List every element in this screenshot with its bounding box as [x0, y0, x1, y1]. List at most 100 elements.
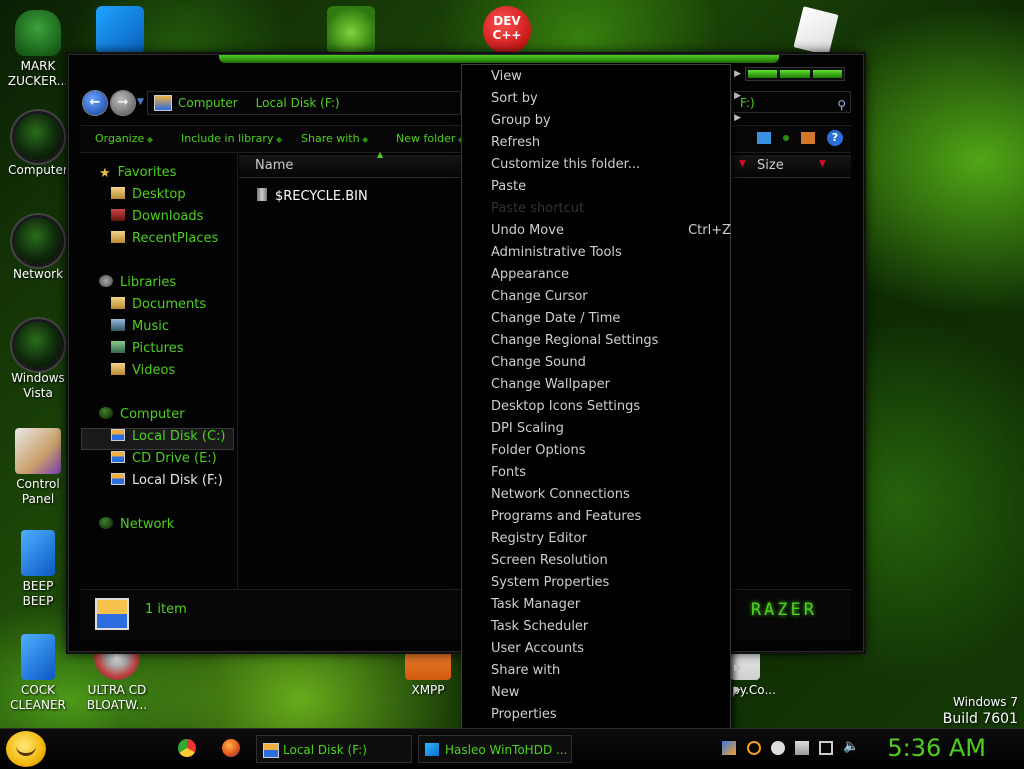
- menu-item-label: Share with: [491, 663, 561, 678]
- column-dropdown-icon[interactable]: ▼: [819, 159, 826, 169]
- nav-downloads[interactable]: Downloads: [111, 209, 203, 224]
- desktop-icon-mark-zucker[interactable]: MARK ZUCKER...: [2, 10, 74, 89]
- context-menu-item[interactable]: Customize this folder...: [491, 157, 721, 172]
- back-button[interactable]: ←: [83, 91, 107, 115]
- nav-documents[interactable]: Documents: [111, 297, 206, 312]
- nav-music[interactable]: Music: [111, 319, 169, 334]
- desktop-icon-network[interactable]: Network: [2, 218, 74, 282]
- desktop-icon-label: Control Panel: [16, 477, 60, 506]
- context-menu-item[interactable]: Task Scheduler: [491, 619, 721, 634]
- cd-drive-icon: [111, 451, 125, 463]
- desktop-icon-label: ULTRA CD BLOATW...: [86, 683, 148, 712]
- help-icon[interactable]: ?: [827, 130, 843, 146]
- dev-cpp-icon[interactable]: DEV C++: [483, 6, 531, 54]
- close-button[interactable]: [812, 70, 842, 78]
- nav-cd-drive-e[interactable]: CD Drive (E:): [111, 451, 217, 466]
- desktop-icon-windows-vista[interactable]: Windows Vista: [2, 322, 74, 401]
- taskbar: Local Disk (F:) Hasleo WinToHDD ... 🔈 5:…: [0, 728, 1024, 769]
- nav-desktop[interactable]: Desktop: [111, 187, 186, 202]
- status-tray-icon[interactable]: [771, 741, 785, 755]
- maximize-button[interactable]: [780, 70, 810, 78]
- firefox-icon[interactable]: [222, 739, 240, 757]
- organize-button[interactable]: Organize: [95, 132, 153, 145]
- context-menu-item[interactable]: Group by ▶: [491, 113, 741, 128]
- context-menu-item[interactable]: Change Cursor: [491, 289, 721, 304]
- menu-item-label: Desktop Icons Settings: [491, 399, 641, 414]
- chrome-icon[interactable]: [178, 739, 196, 757]
- windows-logo-icon[interactable]: [96, 6, 144, 54]
- window-controls[interactable]: [745, 67, 845, 81]
- context-menu-item[interactable]: Undo Move Ctrl+Z: [491, 223, 731, 238]
- nav-recent-places[interactable]: RecentPlaces: [111, 231, 218, 246]
- game-pig-icon[interactable]: [327, 6, 375, 54]
- breadcrumb-computer[interactable]: Computer: [178, 96, 238, 110]
- context-menu-item[interactable]: Task Manager: [491, 597, 721, 612]
- context-menu-item[interactable]: View ▶: [491, 69, 741, 84]
- column-name[interactable]: Name: [255, 158, 293, 173]
- column-dropdown-icon[interactable]: ▼: [739, 159, 746, 169]
- new-folder-button[interactable]: New folder: [396, 132, 464, 145]
- context-menu-item[interactable]: User Accounts: [491, 641, 721, 656]
- context-menu-item[interactable]: Refresh: [491, 135, 721, 150]
- context-menu-item[interactable]: Administrative Tools: [491, 245, 721, 260]
- nav-videos[interactable]: Videos: [111, 363, 175, 378]
- file-list-item[interactable]: $RECYCLE.BIN: [257, 188, 368, 204]
- downloads-folder-icon: [111, 209, 125, 221]
- context-menu-item[interactable]: Change Sound: [491, 355, 721, 370]
- context-menu-item[interactable]: Properties: [491, 707, 721, 722]
- desktop-icon-computer[interactable]: Computer: [2, 114, 74, 178]
- desktop-icon-label: Windows Vista: [11, 371, 65, 400]
- breadcrumb-local-disk[interactable]: Local Disk (F:): [256, 96, 340, 110]
- volume-icon[interactable]: 🔈: [843, 739, 859, 754]
- context-menu-item[interactable]: New ▶: [491, 685, 741, 700]
- context-menu-item[interactable]: Change Regional Settings: [491, 333, 721, 348]
- context-menu-item[interactable]: Change Wallpaper: [491, 377, 721, 392]
- nav-favorites[interactable]: ★ Favorites: [99, 165, 176, 181]
- razer-logo: RAZER: [750, 600, 817, 620]
- minimize-button[interactable]: [748, 70, 778, 78]
- context-menu-item[interactable]: Fonts: [491, 465, 721, 480]
- context-menu-item[interactable]: Sort by ▶: [491, 91, 741, 106]
- context-menu-item[interactable]: Network Connections: [491, 487, 721, 502]
- nav-computer[interactable]: Computer: [99, 407, 185, 422]
- action-center-flag-icon[interactable]: [795, 741, 809, 755]
- nav-libraries[interactable]: Libraries: [99, 275, 176, 290]
- context-menu-item[interactable]: Appearance: [491, 267, 721, 282]
- search-input[interactable]: F:) ⚲: [731, 91, 851, 113]
- preview-pane-icon[interactable]: [801, 132, 815, 144]
- search-icon[interactable]: ⚲: [837, 94, 846, 116]
- nav-pictures[interactable]: Pictures: [111, 341, 183, 356]
- tray-app-icon[interactable]: [722, 741, 736, 755]
- nav-local-disk-c[interactable]: Local Disk (C:): [111, 429, 225, 444]
- view-dropdown-icon[interactable]: [783, 135, 789, 141]
- column-size[interactable]: Size: [757, 158, 827, 173]
- context-menu-item[interactable]: Change Date / Time: [491, 311, 721, 326]
- taskbar-item-local-disk[interactable]: Local Disk (F:): [256, 735, 412, 763]
- context-menu-item[interactable]: Registry Editor: [491, 531, 721, 546]
- include-in-library-button[interactable]: Include in library: [181, 132, 282, 145]
- context-menu-item[interactable]: DPI Scaling: [491, 421, 721, 436]
- change-view-icon[interactable]: [757, 132, 771, 144]
- network-tray-icon[interactable]: [819, 741, 833, 755]
- recent-pages-dropdown-icon[interactable]: ▼: [137, 97, 144, 107]
- recycle-bin-folder-icon: [257, 188, 267, 201]
- desktop-icon-cock-cleaner[interactable]: COCK CLEANER: [2, 634, 74, 713]
- start-button[interactable]: [6, 731, 46, 767]
- nav-local-disk-f[interactable]: Local Disk (F:): [111, 473, 223, 488]
- desktop-icon-control-panel[interactable]: Control Panel: [2, 428, 74, 507]
- clock[interactable]: 5:36 AM: [887, 734, 986, 762]
- context-menu-item[interactable]: System Properties: [491, 575, 721, 590]
- context-menu-item[interactable]: Folder Options: [491, 443, 721, 458]
- context-menu-item[interactable]: Programs and Features: [491, 509, 721, 524]
- share-with-button[interactable]: Share with: [301, 132, 368, 145]
- address-bar[interactable]: Computer Local Disk (F:): [147, 91, 461, 115]
- taskbar-item-hasleo[interactable]: Hasleo WinToHDD ...: [418, 735, 572, 763]
- context-menu-item[interactable]: Desktop Icons Settings: [491, 399, 721, 414]
- forward-button[interactable]: →: [111, 91, 135, 115]
- nav-network[interactable]: Network: [99, 517, 174, 532]
- context-menu-item[interactable]: Share with ▶: [491, 663, 741, 678]
- desktop-icon-beep-beep[interactable]: BEEP BEEP: [2, 530, 74, 609]
- context-menu-item[interactable]: Screen Resolution: [491, 553, 721, 568]
- search-tray-icon[interactable]: [747, 741, 761, 755]
- context-menu-item[interactable]: Paste: [491, 179, 721, 194]
